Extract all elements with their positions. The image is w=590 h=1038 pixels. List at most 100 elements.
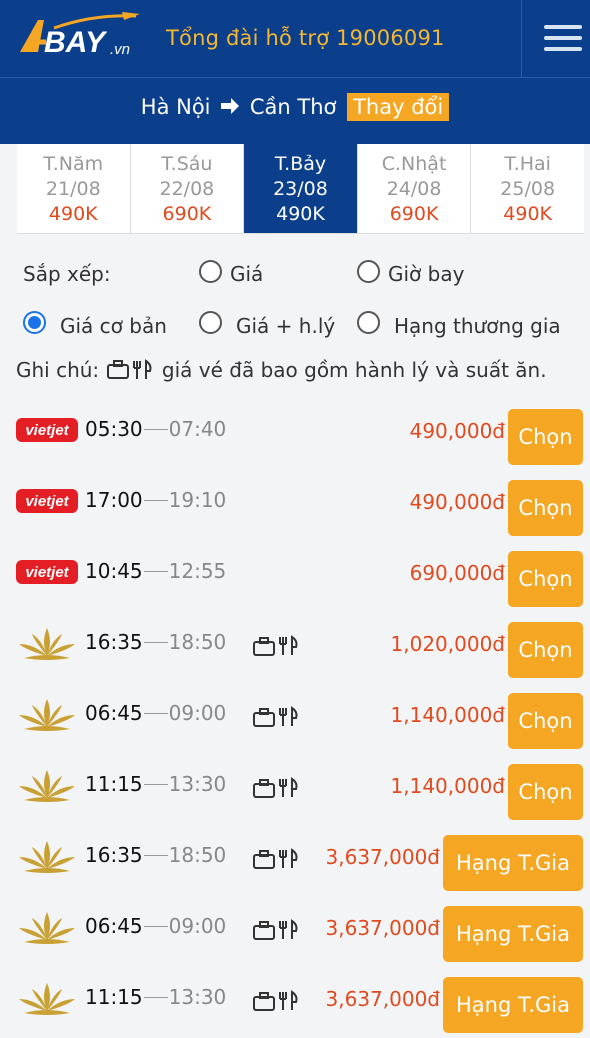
date-tab-selected[interactable]: T.Bảy 23/08 490K bbox=[244, 144, 358, 233]
sort-price-label[interactable]: Giá bbox=[230, 262, 263, 286]
change-route-button[interactable]: Thay đổi bbox=[347, 93, 450, 121]
menu-icon-line bbox=[544, 47, 582, 51]
select-flight-button[interactable]: Chọn bbox=[508, 693, 583, 749]
lotus-logo-icon bbox=[19, 628, 75, 660]
sort-price-radio[interactable] bbox=[199, 260, 222, 283]
route-to: Cần Thơ bbox=[249, 95, 337, 119]
arrival-time: 18:50 bbox=[168, 843, 227, 867]
date-value: 23/08 bbox=[273, 178, 328, 200]
menu-icon bbox=[544, 25, 582, 29]
luggage-meal-icon bbox=[253, 919, 298, 940]
business-class-button[interactable]: Hạng T.Gia bbox=[443, 835, 583, 891]
departure-time: 16:35 bbox=[85, 843, 143, 867]
select-flight-button[interactable]: Chọn bbox=[508, 764, 583, 820]
route-bar: Hà Nội Cần Thơ Thay đổi bbox=[0, 78, 590, 144]
filter-luggage-label[interactable]: Giá + h.lý bbox=[236, 314, 335, 338]
menu-button[interactable] bbox=[521, 0, 590, 78]
lotus-logo-icon bbox=[19, 983, 75, 1015]
date-tab[interactable]: T.Sáu 22/08 690K bbox=[131, 144, 245, 233]
lotus-logo-icon bbox=[19, 841, 75, 873]
date-tab[interactable]: C.Nhật 24/08 690K bbox=[358, 144, 472, 233]
date-tab[interactable]: T.Năm 21/08 490K bbox=[17, 144, 131, 233]
flight-times: 16:35 18:50 bbox=[85, 630, 226, 654]
arrival-time: 07:40 bbox=[168, 417, 227, 441]
filter-luggage-radio[interactable] bbox=[199, 311, 222, 334]
flight-price: 490,000đ bbox=[409, 490, 505, 514]
luggage-meal-icon bbox=[106, 359, 152, 379]
time-separator bbox=[143, 642, 168, 643]
arrival-time: 13:30 bbox=[168, 985, 227, 1009]
lotus-logo-icon bbox=[19, 912, 75, 944]
filter-business-radio[interactable] bbox=[357, 311, 380, 334]
route-from: Hà Nội bbox=[140, 95, 211, 119]
date-tab[interactable]: T.Hai 25/08 490K bbox=[471, 144, 584, 233]
note-prefix: Ghi chú: bbox=[16, 358, 100, 382]
flight-times: 06:45 09:00 bbox=[85, 914, 226, 938]
route-text: Hà Nội Cần Thơ Thay đổi bbox=[0, 93, 590, 121]
sort-time-label[interactable]: Giờ bay bbox=[388, 262, 464, 286]
select-flight-button[interactable]: Chọn bbox=[508, 409, 583, 465]
date-day: T.Bảy bbox=[274, 153, 327, 175]
arrival-time: 09:00 bbox=[168, 701, 227, 725]
logo-text: BAY bbox=[44, 26, 108, 59]
arrival-time: 18:50 bbox=[168, 630, 227, 654]
departure-time: 16:35 bbox=[85, 630, 143, 654]
date-price: 490K bbox=[276, 203, 325, 225]
sort-time-radio[interactable] bbox=[357, 260, 380, 283]
date-price: 690K bbox=[389, 203, 439, 225]
date-selector: T.Năm 21/08 490K T.Sáu 22/08 690K T.Bảy … bbox=[17, 144, 584, 234]
departure-time: 10:45 bbox=[85, 559, 143, 583]
flight-times: 11:15 13:30 bbox=[85, 772, 226, 796]
vietjet-logo-text: vietjet bbox=[25, 422, 69, 439]
flight-row: vietjet 05:30 07:40 490,000đ Chọn bbox=[0, 409, 590, 480]
filter-base-radio[interactable] bbox=[23, 311, 46, 334]
lotus-logo-icon bbox=[19, 699, 75, 731]
flight-row: 06:45 09:00 3,637,000đ Hạng T.Gia bbox=[0, 906, 590, 977]
flight-times: 16:35 18:50 bbox=[85, 843, 226, 867]
business-class-button[interactable]: Hạng T.Gia bbox=[443, 906, 583, 962]
vietjet-logo: vietjet bbox=[16, 560, 78, 584]
filter-base-label[interactable]: Giá cơ bản bbox=[60, 314, 167, 338]
note: Ghi chú: giá vé đã bao gồm hành lý và su… bbox=[16, 358, 547, 382]
luggage-meal-icon bbox=[253, 635, 298, 656]
flight-row: 11:15 13:30 3,637,000đ Hạng T.Gia bbox=[0, 977, 590, 1038]
flight-times: 17:00 19:10 bbox=[85, 488, 226, 512]
sort-label: Sắp xếp: bbox=[23, 262, 111, 286]
vietjet-logo: vietjet bbox=[16, 489, 78, 513]
logo-suffix: .vn bbox=[110, 41, 130, 58]
select-flight-button[interactable]: Chọn bbox=[508, 551, 583, 607]
lotus-logo-icon bbox=[19, 770, 75, 802]
date-price: 490K bbox=[48, 203, 98, 225]
flight-row: 11:15 13:30 1,140,000đ Chọn bbox=[0, 764, 590, 835]
flight-price: 490,000đ bbox=[409, 419, 505, 443]
date-value: 21/08 bbox=[45, 178, 101, 200]
flight-price: 3,637,000đ bbox=[325, 845, 440, 869]
select-flight-button[interactable]: Chọn bbox=[508, 480, 583, 536]
flight-price: 1,140,000đ bbox=[390, 774, 505, 798]
select-flight-button[interactable]: Chọn bbox=[508, 622, 583, 678]
departure-time: 11:15 bbox=[85, 772, 143, 796]
flight-row: 16:35 18:50 1,020,000đ Chọn bbox=[0, 622, 590, 693]
date-day: T.Hai bbox=[504, 153, 551, 175]
luggage-meal-icon bbox=[253, 848, 298, 869]
arrow-right-icon bbox=[221, 98, 240, 114]
vietjet-logo-text: vietjet bbox=[25, 564, 69, 581]
time-separator bbox=[143, 713, 168, 714]
business-class-button[interactable]: Hạng T.Gia bbox=[443, 977, 583, 1033]
flight-row: 06:45 09:00 1,140,000đ Chọn bbox=[0, 693, 590, 764]
date-price: 690K bbox=[162, 203, 212, 225]
date-price: 490K bbox=[503, 203, 553, 225]
flight-row: vietjet 10:45 12:55 690,000đ Chọn bbox=[0, 551, 590, 622]
filter-business-label[interactable]: Hạng thương gia bbox=[394, 314, 561, 338]
date-day: T.Sáu bbox=[161, 153, 213, 175]
time-separator bbox=[143, 500, 168, 501]
date-day: C.Nhật bbox=[381, 153, 447, 175]
luggage-meal-icon bbox=[253, 777, 298, 798]
luggage-meal-icon bbox=[253, 990, 298, 1011]
departure-time: 17:00 bbox=[85, 488, 143, 512]
departure-time: 05:30 bbox=[85, 417, 143, 441]
abay-logo[interactable]: BAY .vn bbox=[14, 6, 144, 68]
arrival-time: 13:30 bbox=[168, 772, 227, 796]
luggage-meal-icon bbox=[253, 706, 298, 727]
hotline-text[interactable]: Tổng đài hỗ trợ 19006091 bbox=[166, 26, 445, 50]
